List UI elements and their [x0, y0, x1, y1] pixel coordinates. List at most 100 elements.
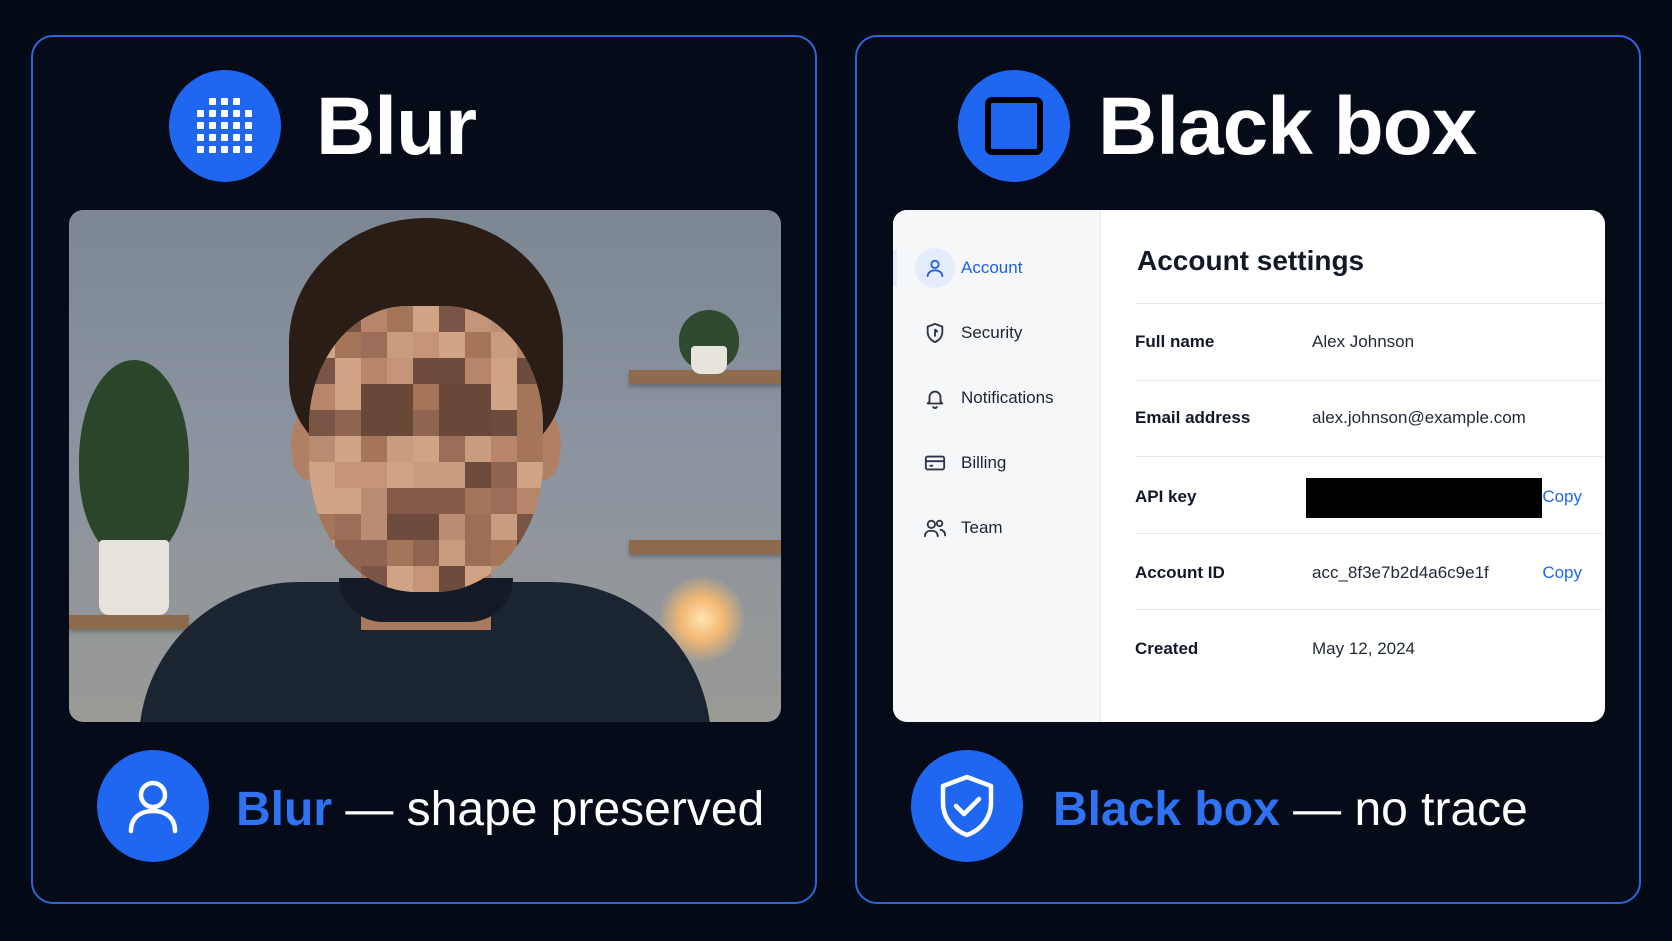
users-icon [915, 508, 955, 548]
grid-mosaic-icon [169, 70, 281, 182]
row-label-full-name: Full name [1135, 332, 1215, 351]
mosaic-pixel [387, 358, 413, 384]
mosaic-pixel [491, 514, 517, 540]
divider [1135, 303, 1603, 304]
mosaic-pixel [309, 410, 335, 436]
mosaic-pixel [387, 306, 413, 332]
mosaic-pixel [413, 514, 439, 540]
mosaic-pixel [439, 436, 465, 462]
black-box-caption: Black box — no trace [1053, 782, 1528, 838]
mosaic-pixel [361, 358, 387, 384]
copy-api-key-button[interactable]: Copy [1542, 487, 1582, 507]
mosaic-pixel [413, 410, 439, 436]
mosaic-pixel [335, 488, 361, 514]
mosaic-pixel [491, 540, 517, 566]
mosaic-pixel [335, 514, 361, 540]
mosaic-pixel [517, 306, 543, 332]
mosaic-pixel [465, 332, 491, 358]
mosaic-pixel [335, 566, 361, 592]
mosaic-pixel [309, 540, 335, 566]
sidebar-item-billing[interactable]: Billing [915, 437, 1095, 489]
mosaic-pixel [517, 358, 543, 384]
shelf [629, 540, 781, 554]
mosaic-pixel [439, 410, 465, 436]
pot [99, 540, 169, 615]
caption-rest: — shape preserved [332, 783, 765, 836]
mosaic-pixel [387, 332, 413, 358]
user-icon [97, 750, 209, 862]
full-name-value: Alex Johnson [1312, 332, 1415, 351]
mosaic-pixel [387, 410, 413, 436]
mosaic-pixel [309, 358, 335, 384]
caption-accent: Blur [236, 783, 332, 836]
sidebar-item-label: Notifications [961, 388, 1054, 407]
square-icon [958, 70, 1070, 182]
mosaic-pixel [465, 462, 491, 488]
shield-check-icon [911, 750, 1023, 862]
mosaic-pixel [387, 566, 413, 592]
mosaic-pixel [335, 540, 361, 566]
mosaic-pixel [439, 514, 465, 540]
mosaic-pixel [491, 436, 517, 462]
mosaic-pixel [335, 306, 361, 332]
mosaic-pixel [465, 488, 491, 514]
mosaic-pixel [413, 566, 439, 592]
sidebar-item-security[interactable]: Security [915, 307, 1095, 359]
blur-title: Blur [316, 81, 477, 172]
row-label-email: Email address [1135, 408, 1251, 427]
mosaic-pixel [387, 436, 413, 462]
mosaic-pixel [309, 566, 335, 592]
mosaic-pixel [491, 384, 517, 410]
sidebar-item-label: Security [961, 323, 1023, 342]
pixelated-face [309, 306, 543, 592]
mosaic-pixel [465, 384, 491, 410]
redaction-black-box [1306, 478, 1542, 518]
pixel-mosaic [309, 306, 543, 592]
mosaic-pixel [361, 488, 387, 514]
settings-sidebar: Account Security Notifications Billing T… [893, 210, 1101, 722]
mosaic-pixel [439, 462, 465, 488]
sidebar-item-notifications[interactable]: Notifications [915, 372, 1095, 424]
blur-caption: Blur — shape preserved [236, 782, 764, 838]
mosaic-pixel [517, 462, 543, 488]
account-settings-window: Account Security Notifications Billing T… [893, 210, 1605, 722]
mosaic-pixel [335, 384, 361, 410]
sidebar-item-label: Team [961, 518, 1003, 537]
shelf [69, 615, 189, 629]
mosaic-pixel [491, 462, 517, 488]
mosaic-pixel [361, 384, 387, 410]
mosaic-pixel [309, 488, 335, 514]
mosaic-pixel [439, 540, 465, 566]
mosaic-pixel [361, 514, 387, 540]
mosaic-pixel [309, 514, 335, 540]
mosaic-pixel [361, 436, 387, 462]
mosaic-pixel [517, 488, 543, 514]
row-label-account-id: Account ID [1135, 563, 1225, 582]
created-value: May 12, 2024 [1312, 639, 1416, 658]
mosaic-pixel [439, 358, 465, 384]
mosaic-pixel [465, 436, 491, 462]
caption-accent: Black box [1053, 783, 1280, 836]
sidebar-item-team[interactable]: Team [915, 502, 1095, 554]
mosaic-pixel [439, 566, 465, 592]
mosaic-pixel [309, 332, 335, 358]
mosaic-pixel [361, 332, 387, 358]
mosaic-pixel [465, 540, 491, 566]
mosaic-pixel [361, 540, 387, 566]
mosaic-pixel [335, 410, 361, 436]
copy-account-id-button[interactable]: Copy [1542, 563, 1582, 583]
divider [1135, 609, 1603, 610]
mosaic-pixel [491, 410, 517, 436]
mosaic-pixel [387, 384, 413, 410]
sidebar-item-account[interactable]: Account [915, 242, 1095, 294]
card-icon [915, 443, 955, 483]
mosaic-pixel [465, 514, 491, 540]
mosaic-pixel [439, 488, 465, 514]
email-value: alex.johnson@example.com [1312, 408, 1526, 427]
mosaic-pixel [465, 306, 491, 332]
mosaic-pixel [439, 306, 465, 332]
mosaic-pixel [387, 514, 413, 540]
account-id-value: acc_8f3e7b2d4a6c9e1f [1312, 563, 1489, 582]
blurred-portrait-photo [69, 210, 781, 722]
divider [1135, 533, 1603, 534]
